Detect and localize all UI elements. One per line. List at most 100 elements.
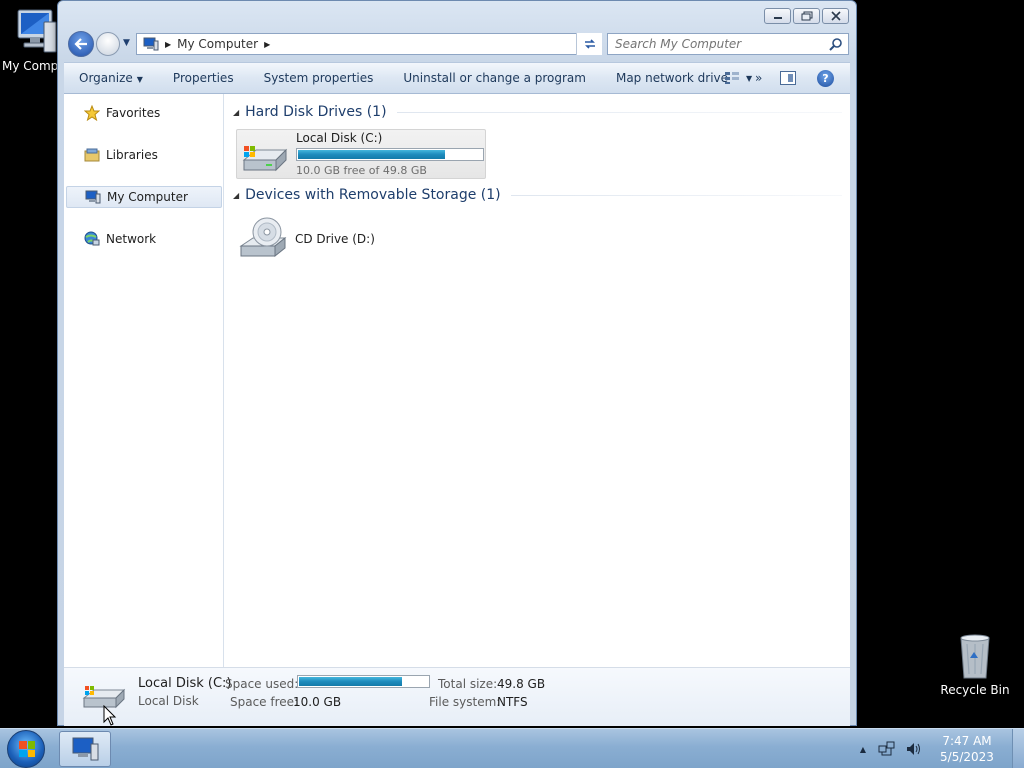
explorer-window: ▼ ▶ My Computer ▶ ▼ Organize▼ Properties… (57, 0, 857, 726)
cd-drive-icon (239, 217, 287, 258)
desktop-my-computer[interactable]: My Computer (0, 8, 58, 73)
map-network-drive-button[interactable]: Map network drive (601, 71, 743, 85)
recent-pages-dropdown[interactable]: ▼ (123, 38, 130, 48)
taskbar-explorer-button[interactable] (59, 731, 111, 767)
nav-favorites-label: Favorites (106, 106, 161, 120)
computer-icon (72, 737, 99, 761)
taskbar: ▲ 7:47 AM 5/5/2023 (0, 728, 1024, 768)
drive-local-disk-c[interactable]: Local Disk (C:) 10.0 GB free of 49.8 GB (236, 129, 486, 179)
nav-item-my-computer[interactable]: My Computer (66, 186, 222, 208)
command-bar: Organize ▼ Properties System properties U… (64, 62, 850, 94)
group-header-hard-disk-drives[interactable]: ◢ Hard Disk Drives (1) (233, 102, 842, 122)
files-pane: ◢ Hard Disk Drives (1) Local Disk (C:) 1… (225, 94, 850, 667)
breadcrumb-my-computer[interactable]: My Computer (177, 37, 258, 51)
search-box[interactable] (607, 33, 849, 55)
start-button[interactable] (7, 730, 45, 768)
details-total-size-label: Total size: (438, 677, 498, 691)
details-pane: Local Disk (C:) Local Disk Space used: S… (64, 668, 850, 726)
drive-local-disk-name: Local Disk (C:) (296, 131, 383, 145)
details-file-system-label: File system: (429, 695, 501, 709)
group-divider (510, 194, 842, 196)
collapse-triangle-icon[interactable]: ◢ (233, 108, 239, 117)
search-icon[interactable] (829, 37, 843, 51)
address-bar[interactable]: ▶ My Computer ▶ ▼ (136, 33, 602, 55)
restore-icon (801, 11, 812, 21)
close-button[interactable] (822, 8, 849, 24)
details-drive-name: Local Disk (C:) (138, 676, 232, 691)
chevron-down-icon: ▼ (136, 75, 143, 84)
minimize-icon (773, 17, 782, 19)
details-file-system-value: NTFS (497, 695, 528, 709)
caption-buttons (764, 8, 849, 24)
change-view-button[interactable]: ▼ (724, 71, 752, 85)
hard-drive-icon (242, 146, 288, 172)
drive-free-space-text: 10.0 GB free of 49.8 GB (296, 164, 427, 177)
details-drive-type: Local Disk (138, 694, 199, 708)
clock[interactable]: 7:47 AM 5/5/2023 (936, 733, 998, 765)
nav-item-network[interactable]: Network (66, 228, 222, 250)
chevron-down-icon: ▼ (746, 73, 753, 83)
search-input[interactable] (615, 37, 815, 51)
navigation-pane: Favorites Libraries My Computer Network (64, 94, 224, 667)
preview-pane-button[interactable] (780, 71, 796, 85)
nav-libraries-label: Libraries (106, 148, 158, 162)
details-space-free-label: Space free: (230, 695, 299, 709)
help-icon: ? (822, 72, 829, 85)
volume-icon[interactable] (905, 741, 923, 757)
forward-button[interactable] (96, 32, 120, 56)
collapse-triangle-icon[interactable]: ◢ (233, 191, 239, 200)
minimize-button[interactable] (764, 8, 791, 24)
nav-item-libraries[interactable]: Libraries (66, 144, 222, 166)
clock-time: 7:47 AM (942, 734, 992, 748)
details-usage-bar (297, 675, 430, 688)
clock-date: 5/5/2023 (940, 750, 994, 764)
details-space-free-value: 10.0 GB (293, 695, 342, 709)
uninstall-program-button[interactable]: Uninstall or change a program (388, 71, 601, 85)
refresh-icon (584, 39, 595, 49)
breadcrumb-chevron-icon[interactable]: ▶ (264, 40, 270, 49)
group-title-removable: Devices with Removable Storage (1) (245, 187, 501, 203)
star-icon (84, 105, 100, 121)
recycle-bin-icon (960, 634, 990, 679)
content-area: Favorites Libraries My Computer Network … (64, 94, 850, 668)
details-total-size-value: 49.8 GB (497, 677, 546, 691)
breadcrumb-chevron-icon[interactable]: ▶ (165, 40, 171, 49)
computer-icon (17, 9, 57, 53)
group-header-removable-storage[interactable]: ◢ Devices with Removable Storage (1) (233, 185, 842, 205)
group-divider (396, 111, 842, 113)
drive-cd-d[interactable]: CD Drive (D:) (239, 215, 389, 263)
close-icon (830, 11, 841, 21)
view-options-icon (725, 72, 739, 84)
address-row: ▼ ▶ My Computer ▶ ▼ (66, 31, 849, 57)
computer-icon (85, 190, 101, 204)
organize-menu[interactable]: Organize ▼ (64, 71, 158, 85)
back-arrow-icon (74, 38, 87, 50)
back-button[interactable] (68, 31, 94, 57)
libraries-icon (84, 148, 100, 162)
system-tray: ▲ 7:47 AM 5/5/2023 (860, 729, 1024, 768)
computer-icon (143, 37, 159, 51)
nav-item-favorites[interactable]: Favorites (66, 102, 222, 124)
drive-cd-name: CD Drive (D:) (295, 232, 375, 246)
details-space-used-label: Space used: (225, 677, 299, 691)
desktop-my-computer-label: My Computer (2, 59, 58, 73)
mouse-cursor-icon (103, 705, 117, 726)
details-usage-fill (299, 677, 403, 686)
drive-usage-bar (296, 148, 484, 161)
drive-usage-fill (298, 150, 446, 159)
properties-button[interactable]: Properties (158, 71, 249, 85)
system-properties-button[interactable]: System properties (249, 71, 389, 85)
network-status-icon[interactable] (878, 741, 896, 757)
show-hidden-icons-button[interactable]: ▲ (860, 745, 866, 754)
desktop-recycle-bin[interactable]: Recycle Bin (940, 632, 1010, 697)
refresh-button[interactable] (576, 33, 602, 55)
organize-label: Organize (79, 71, 133, 85)
network-icon (84, 231, 100, 246)
help-button[interactable]: ? (817, 70, 834, 87)
nav-network-label: Network (106, 232, 157, 246)
nav-my-computer-label: My Computer (107, 190, 188, 204)
show-desktop-button[interactable] (1012, 729, 1024, 768)
windows-logo-icon (19, 741, 35, 757)
desktop-recycle-bin-label: Recycle Bin (940, 683, 1010, 697)
maximize-button[interactable] (793, 8, 820, 24)
